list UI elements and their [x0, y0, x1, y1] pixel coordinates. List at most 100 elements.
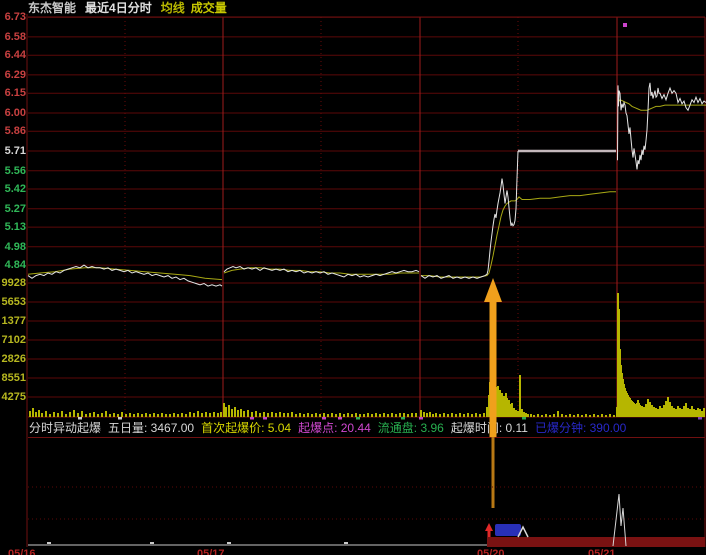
volume-bar — [169, 414, 171, 417]
volume-bar — [35, 412, 37, 417]
volume-bar — [185, 414, 187, 417]
volume-bar — [234, 407, 236, 417]
volume-axis-label: 1377 — [1, 315, 26, 327]
volume-bar — [685, 403, 687, 417]
volume-bar — [502, 399, 504, 417]
volume-bar — [496, 391, 498, 417]
volume-bar — [498, 393, 500, 417]
price-axis-label: 6.29 — [4, 68, 26, 81]
volume-bar — [117, 414, 119, 417]
date-label: 05/20 — [477, 548, 505, 555]
volume-bar — [157, 414, 159, 417]
volume-bar — [415, 413, 417, 417]
volume-bar — [517, 411, 519, 417]
volume-bar — [561, 414, 563, 417]
volume-bar — [605, 415, 607, 417]
volume-bar — [490, 375, 492, 417]
volume-bar — [367, 413, 369, 417]
volume-bar — [189, 412, 191, 417]
volume-bar — [689, 409, 691, 417]
volume-bar — [693, 409, 695, 417]
volume-bar — [287, 413, 289, 417]
ma-line — [617, 99, 706, 111]
volume-bar — [451, 413, 453, 417]
legend-item: 成交量 — [190, 1, 227, 15]
volume-bar — [626, 393, 628, 417]
volume-bar — [121, 412, 123, 417]
volume-bar — [630, 400, 632, 417]
price-line — [617, 82, 706, 170]
volume-bar — [647, 399, 649, 417]
volume-bar — [681, 409, 683, 417]
volume-bar — [637, 400, 639, 417]
volume-bar — [553, 414, 555, 417]
marker-dot — [623, 23, 627, 27]
volume-bar — [634, 404, 636, 417]
price-axis-label: 5.13 — [4, 221, 26, 234]
volume-bar — [279, 412, 281, 417]
volume-bar — [537, 414, 539, 417]
price-axis-label: 6.00 — [4, 106, 26, 119]
signal-tick — [698, 417, 702, 420]
volume-bar — [506, 398, 508, 417]
volume-bar — [486, 407, 488, 417]
volume-bar — [639, 405, 641, 417]
volume-bar — [475, 413, 477, 417]
volume-bar — [323, 413, 325, 417]
volume-bar — [359, 414, 361, 417]
volume-bar — [577, 414, 579, 417]
breakout-arrow-stem — [489, 300, 497, 437]
volume-bar — [499, 390, 501, 417]
volume-bar — [291, 412, 293, 417]
chart-canvas[interactable] — [0, 0, 706, 555]
volume-bar — [387, 414, 389, 417]
volume-bar — [149, 414, 151, 417]
volume-bar — [423, 412, 425, 417]
volume-bar — [511, 403, 513, 417]
volume-bar — [53, 412, 55, 417]
volume-bar — [697, 408, 699, 417]
volume-bar — [343, 414, 345, 417]
volume-bar — [510, 406, 512, 417]
volume-bar — [467, 413, 469, 417]
volume-bar — [69, 412, 71, 417]
volume-bar — [319, 414, 321, 417]
volume-bar — [32, 408, 34, 417]
volume-bar — [616, 407, 618, 417]
volume-bar — [303, 414, 305, 417]
price-line — [27, 264, 223, 287]
volume-bar — [141, 414, 143, 417]
breakout-arrow-tail — [491, 437, 495, 508]
volume-bar — [213, 412, 215, 417]
volume-bar — [295, 414, 297, 417]
volume-bar — [633, 403, 635, 417]
lower-baseline-tick — [344, 542, 348, 544]
price-axis-label: 6.58 — [4, 30, 26, 43]
volume-bar — [495, 387, 497, 417]
volume-bar — [593, 414, 595, 417]
volume-bar — [527, 414, 529, 417]
volume-bar — [29, 411, 31, 417]
volume-bar — [636, 403, 638, 417]
volume-bar — [165, 414, 167, 417]
volume-bar — [65, 414, 67, 417]
volume-bar — [530, 414, 532, 417]
volume-bar — [691, 406, 693, 417]
volume-bar — [508, 400, 510, 417]
volume-bar — [673, 408, 675, 417]
price-axis-label: 6.73 — [4, 11, 26, 24]
stock-name: 东杰智能 — [28, 1, 77, 15]
volume-bar — [247, 410, 249, 417]
volume-bar — [363, 414, 365, 417]
volume-bar — [439, 414, 441, 417]
volume-bar — [619, 349, 621, 417]
volume-bar — [379, 414, 381, 417]
volume-axis-label: 9928 — [1, 277, 26, 289]
volume-bar — [545, 414, 547, 417]
volume-bar — [49, 414, 51, 417]
volume-bar — [671, 406, 673, 417]
red-signal-arrow — [485, 523, 493, 531]
volume-bar — [432, 414, 434, 417]
volume-bar — [597, 415, 599, 417]
volume-bar — [651, 405, 653, 417]
